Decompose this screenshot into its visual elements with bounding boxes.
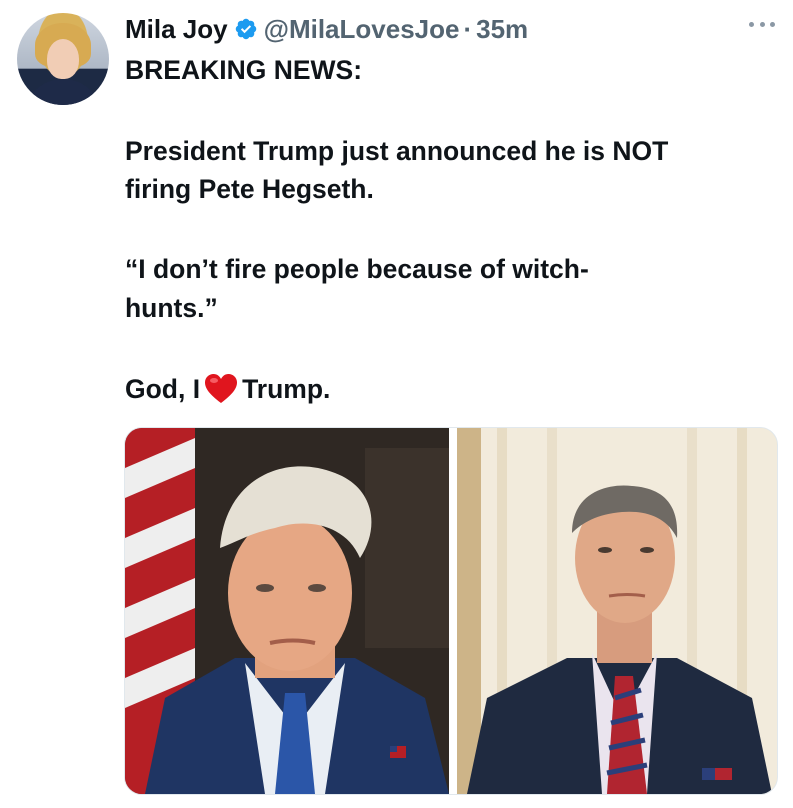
- tweet-media[interactable]: [124, 427, 778, 795]
- tweet-text-line: God, I Trump.: [125, 370, 330, 408]
- more-dot: [749, 21, 754, 27]
- avatar-face: [47, 39, 79, 79]
- media-gap: [449, 428, 457, 794]
- photo-trump[interactable]: [125, 428, 449, 794]
- tweet-timestamp[interactable]: 35m: [476, 14, 528, 44]
- tweet-text-line: BREAKING NEWS:: [125, 55, 363, 85]
- tweet-text-segment: Trump.: [242, 374, 331, 404]
- photo-hegseth[interactable]: [457, 428, 777, 794]
- author-name[interactable]: Mila Joy: [125, 14, 228, 44]
- red-heart-emoji: [205, 374, 238, 403]
- tweet-text-line: President Trump just announced he is NOT: [125, 136, 669, 166]
- more-dot: [759, 21, 765, 27]
- author-handle[interactable]: @MilaLovesJoe: [264, 14, 460, 44]
- avatar-shoulders: [23, 79, 103, 105]
- photo-trump-illustration: [125, 428, 449, 794]
- photo-hegseth-illustration: [457, 428, 777, 794]
- more-options-icon[interactable]: [749, 18, 775, 30]
- tweet-header: Mila Joy @MilaLovesJoe · 35m: [125, 14, 528, 44]
- tweet-text-line: hunts.”: [125, 293, 218, 323]
- tweet-text-line: “I don’t fire people because of witch-: [125, 254, 589, 284]
- tweet-text-line: firing Pete Hegseth.: [125, 174, 374, 204]
- more-dot: [770, 21, 775, 27]
- tweet[interactable]: Mila Joy @MilaLovesJoe · 35m BREAKING NE…: [0, 0, 793, 808]
- verified-badge-icon[interactable]: [234, 17, 258, 41]
- header-separator: ·: [463, 14, 473, 44]
- avatar[interactable]: [17, 13, 109, 105]
- tweet-text-segment: God, I: [125, 374, 201, 404]
